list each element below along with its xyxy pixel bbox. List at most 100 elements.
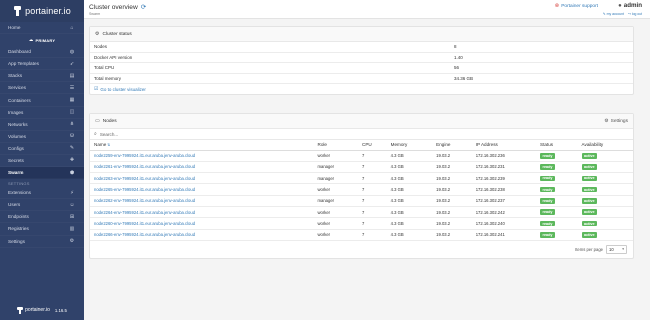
cell-name[interactable]: node2259-env-7995924.it1.eur.aruba.jenv-… — [90, 150, 314, 162]
column-header-role[interactable]: Role — [313, 140, 358, 151]
support-link[interactable]: ⊗ Portainer support — [555, 3, 598, 9]
sidebar-item-volumes[interactable]: Volumes ⛁ — [0, 131, 84, 143]
sidebar-item-endpoints[interactable]: Endpoints ⊞ — [0, 211, 84, 223]
cell-role: worker — [313, 217, 358, 230]
cluster-visualizer-link[interactable]: ☑ Go to cluster visualizer — [90, 84, 633, 94]
sidebar-item-networks[interactable]: Networks ⋔ — [0, 119, 84, 131]
cell-name[interactable]: node2264-env-7995924.it1.eur.aruba.jenv-… — [90, 206, 314, 219]
dashboard-icon: ◍ — [69, 48, 75, 55]
cell-memory: 4.3 GB — [386, 150, 433, 162]
nodes-header: ▭ Nodes ⚙ Settings — [90, 114, 633, 129]
nodes-table: Name⇅ Role CPU Memory Engine IP Address Status… — [90, 140, 633, 241]
status-key: Total CPU — [94, 65, 115, 71]
cell-role: worker — [313, 183, 358, 196]
sidebar-item-swarm[interactable]: Swarm ⬢ — [0, 167, 84, 180]
sidebar-item-images[interactable]: Images ◫ — [0, 107, 84, 119]
cell-name[interactable]: node2263-env-7995924.it1.eur.aruba.jenv-… — [90, 172, 314, 185]
registries-icon: ▥ — [69, 225, 75, 232]
sidebar-item-dashboard[interactable]: Dashboard ◍ — [0, 46, 84, 58]
log-out-link[interactable]: ↪ log out — [628, 12, 642, 16]
column-header-cpu[interactable]: CPU — [358, 140, 387, 151]
sign-out-icon: ↪ — [627, 12, 631, 16]
sidebar-item-users[interactable]: Users ☺ — [0, 199, 84, 211]
refresh-icon[interactable]: ⟳ — [141, 3, 146, 11]
sidebar-item-settings[interactable]: Settings ⚙ — [0, 236, 84, 248]
sidebar-item-stacks[interactable]: Stacks ▤ — [0, 70, 84, 82]
items-per-page-label: Items per page — [575, 246, 603, 252]
sidebar-item-label: Secrets — [8, 157, 24, 163]
cell-role: manager — [313, 172, 358, 185]
column-header-engine[interactable]: Engine — [432, 140, 472, 151]
services-icon: ☰ — [69, 84, 75, 91]
status-badge: ready — [540, 164, 555, 170]
cell-status: ready — [536, 183, 578, 196]
portainer-logo-icon — [13, 6, 22, 16]
cell-availability: active — [577, 161, 633, 174]
sidebar-item-extensions[interactable]: Extensions ⚡ — [0, 187, 84, 199]
cell-memory: 4.3 GB — [386, 229, 433, 241]
sidebar-section-settings: SETTINGS — [8, 180, 30, 186]
cell-status: ready — [536, 172, 578, 185]
cell-name[interactable]: node2265-env-7995924.it1.eur.aruba.jenv-… — [90, 183, 314, 196]
cell-ip: 172.16.302.242 — [471, 206, 537, 219]
items-per-page-select[interactable]: 10 ▾ — [606, 244, 627, 254]
cell-engine: 19.03.2 — [432, 217, 472, 230]
column-header-status[interactable]: Status — [536, 140, 578, 151]
external-link-icon: ☑ — [94, 86, 99, 92]
cell-role: worker — [313, 229, 358, 241]
chevron-down-icon: ▾ — [622, 247, 624, 252]
sidebar-item-app-templates[interactable]: App Templates ➶ — [0, 58, 84, 70]
my-account-link[interactable]: ✎ my account — [603, 12, 624, 16]
availability-badge: active — [581, 164, 598, 170]
sidebar-item-label: Configs — [8, 145, 24, 151]
images-icon: ◫ — [69, 109, 75, 116]
cell-name[interactable]: node2262-env-7995924.it1.eur.aruba.jenv-… — [90, 195, 314, 207]
column-header-availability[interactable]: Availability — [577, 140, 633, 151]
cell-availability: active — [577, 183, 633, 196]
sidebar-item-home[interactable]: Home ⌂ — [0, 22, 84, 34]
status-value: 34.36 GB — [454, 76, 474, 82]
user-icon: ● — [618, 2, 622, 9]
cell-name[interactable]: node2261-env-7995924.it1.eur.aruba.jenv-… — [90, 161, 314, 174]
cell-status: ready — [536, 161, 578, 174]
column-header-name[interactable]: Name⇅ — [90, 140, 314, 151]
status-row-docker-api-version: Docker API version 1.40 — [90, 53, 633, 64]
cell-name[interactable]: node2260-env-7995924.it1.eur.aruba.jenv-… — [90, 217, 314, 230]
users-icon: ☺ — [69, 201, 75, 208]
wrench-icon: ✎ — [602, 12, 606, 16]
pagination: Items per page 10 ▾ — [90, 241, 633, 258]
page-title-text: Cluster overview — [89, 3, 138, 11]
table-settings-icon: ⚙ — [604, 118, 609, 124]
cell-role: worker — [313, 206, 358, 219]
sidebar-item-registries[interactable]: Registries ▥ — [0, 223, 84, 235]
search-icon: ⌕ — [94, 131, 97, 137]
cell-availability: active — [577, 195, 633, 207]
column-header-memory[interactable]: Memory — [386, 140, 433, 151]
app-version: 1.16.5 — [54, 307, 67, 313]
column-header-ip-address[interactable]: IP Address — [471, 140, 537, 151]
volumes-icon: ⛁ — [69, 133, 75, 140]
cell-engine: 19.03.2 — [432, 150, 472, 162]
sidebar-item-configs[interactable]: Configs ✎ — [0, 143, 84, 155]
breadcrumb: Swarm — [89, 12, 101, 16]
sidebar-item-secrets[interactable]: Secrets ✚ — [0, 155, 84, 167]
search-bar: ⌕ — [90, 129, 633, 140]
cell-engine: 19.03.2 — [432, 183, 472, 196]
cell-memory: 4.3 GB — [386, 161, 433, 174]
cell-availability: active — [577, 150, 633, 162]
availability-badge: active — [581, 209, 598, 216]
sidebar-endpoint-label: PRIMARY — [35, 37, 56, 43]
search-input[interactable] — [99, 131, 400, 137]
life-ring-icon: ⊗ — [554, 3, 560, 9]
sidebar-item-containers[interactable]: Containers ▦ — [0, 94, 84, 106]
availability-badge: active — [581, 220, 598, 227]
sidebar-item-services[interactable]: Services ☰ — [0, 82, 84, 94]
sidebar-item-label: Swarm — [8, 170, 24, 176]
logo[interactable]: portainer.io — [0, 0, 84, 22]
cell-cpu: 7 — [358, 161, 387, 174]
column-header-label: Engine — [436, 142, 451, 148]
table-settings-button[interactable]: ⚙ Settings — [604, 119, 628, 124]
cell-memory: 4.3 GB — [386, 183, 433, 196]
cell-engine: 19.03.2 — [432, 195, 472, 207]
cell-name[interactable]: node2266-env-7995924.it1.eur.aruba.jenv-… — [90, 229, 314, 241]
